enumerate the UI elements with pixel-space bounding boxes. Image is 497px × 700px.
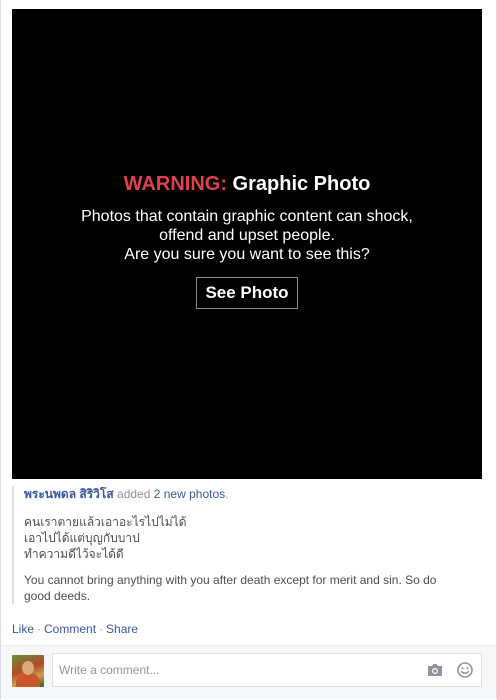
comment-input-box — [52, 653, 482, 687]
avatar-robe — [16, 673, 40, 687]
avatar-face — [22, 661, 34, 675]
warning-line: Photos that contain graphic content can … — [81, 208, 413, 225]
post-text-thai: คนเราตายแล้วเอาอะไรไปไม่ได้ เอาไปได้แต่บ… — [24, 514, 482, 562]
comment-composer — [1, 645, 496, 699]
warning-title: WARNING: Graphic Photo — [12, 171, 482, 197]
author-link[interactable]: พระนพดล สิริวิโส — [24, 487, 114, 501]
avatar[interactable] — [12, 655, 44, 687]
post-actions: Like · Comment · Share — [12, 621, 138, 637]
warning-line: Are you sure you want to see this? — [124, 246, 370, 263]
separator: · — [99, 622, 104, 636]
warning-subject: Graphic Photo — [232, 173, 371, 195]
warning-label: WARNING: — [123, 173, 227, 195]
separator: · — [37, 622, 42, 636]
post-caption: พระนพดล สิริวิโส added 2 new photos. คนเ… — [12, 486, 482, 604]
warning-message: Photos that contain graphic content can … — [12, 207, 482, 264]
like-link[interactable]: Like — [12, 622, 34, 636]
photos-link[interactable]: 2 new photos — [154, 487, 225, 501]
text-line: คนเราตายแล้วเอาอะไรไปไม่ได้ — [24, 515, 187, 529]
action-text: added — [117, 487, 151, 501]
camera-icon[interactable] — [427, 663, 443, 677]
text-line: ทำความดีไว้จะได้ดี — [24, 547, 124, 561]
text-line: เอาไปได้แต่บุญกับบาป — [24, 531, 140, 545]
see-photo-button[interactable]: See Photo — [196, 277, 298, 309]
comment-input[interactable] — [53, 654, 413, 686]
smile-icon[interactable] — [457, 662, 473, 678]
post-text-english: You cannot bring anything with you after… — [24, 573, 437, 603]
comment-link[interactable]: Comment — [44, 622, 96, 636]
graphic-photo-cover: WARNING: Graphic Photo Photos that conta… — [12, 9, 482, 479]
warning-line: offend and upset people. — [159, 227, 335, 244]
trailing-period: . — [225, 487, 229, 501]
share-link[interactable]: Share — [106, 622, 138, 636]
post-card: WARNING: Graphic Photo Photos that conta… — [0, 0, 497, 699]
graphic-warning: WARNING: Graphic Photo Photos that conta… — [12, 171, 482, 309]
post-header: พระนพดล สิริวิโส added 2 new photos. — [24, 486, 482, 502]
